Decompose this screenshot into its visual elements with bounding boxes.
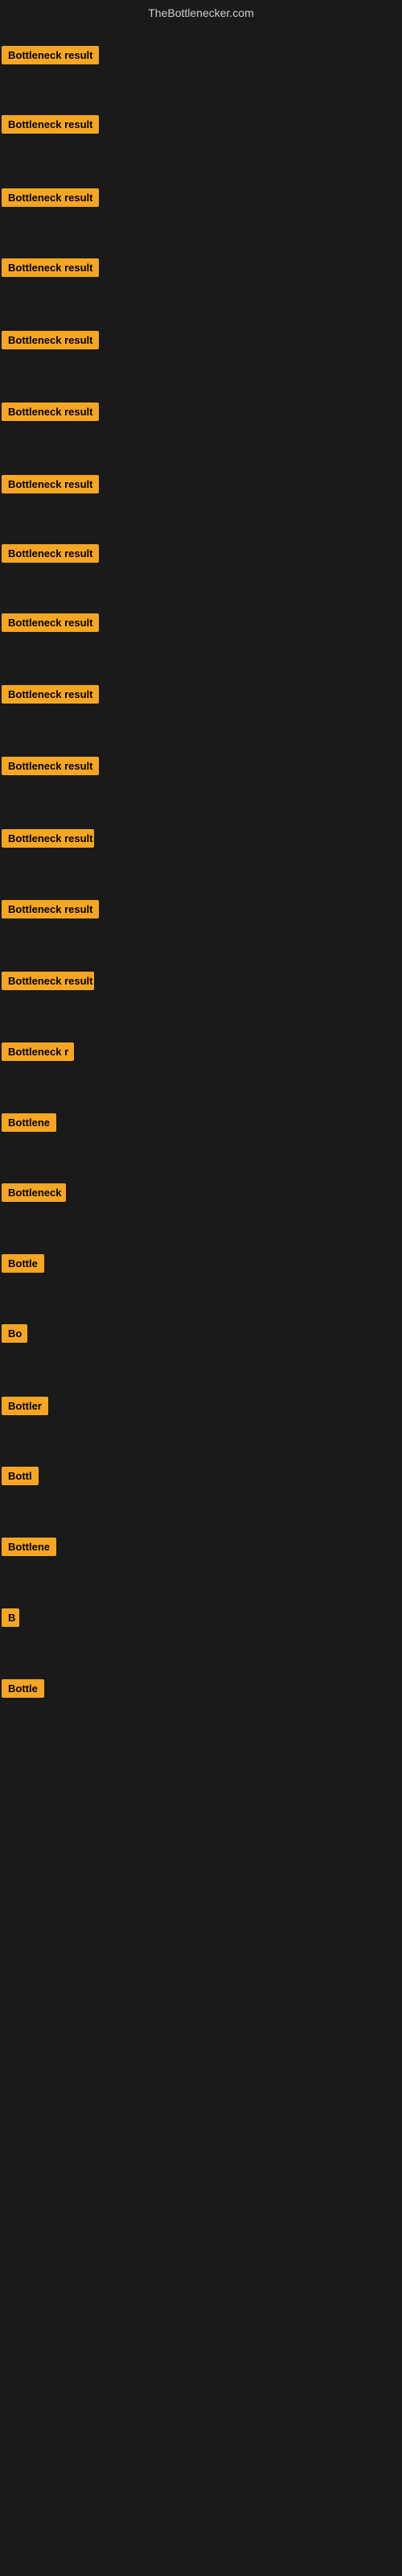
bottleneck-badge[interactable]: Bottle — [2, 1254, 44, 1273]
bottleneck-badge[interactable]: B — [2, 1608, 19, 1627]
bottleneck-badge-row: Bottleneck — [2, 1183, 66, 1206]
bottleneck-badge[interactable]: Bottleneck result — [2, 475, 99, 493]
bottleneck-badge-row: Bottle — [2, 1679, 44, 1702]
bottleneck-badge[interactable]: Bottleneck result — [2, 258, 99, 277]
bottleneck-badge[interactable]: Bottleneck result — [2, 613, 99, 632]
bottleneck-badge[interactable]: Bottler — [2, 1397, 48, 1415]
bottleneck-badge[interactable]: Bottle — [2, 1679, 44, 1698]
bottleneck-badge[interactable]: Bottleneck result — [2, 115, 99, 134]
bottleneck-badge[interactable]: Bottleneck r — [2, 1042, 74, 1061]
bottleneck-badge[interactable]: Bottleneck result — [2, 972, 94, 990]
bottleneck-badge[interactable]: Bottleneck result — [2, 544, 99, 563]
bottleneck-badge-row: Bottlene — [2, 1113, 56, 1136]
bottleneck-badge-row: Bottleneck result — [2, 829, 94, 852]
bottleneck-badge-row: Bottleneck r — [2, 1042, 74, 1065]
bottleneck-badge-row: Bottleneck result — [2, 544, 99, 567]
bottleneck-badge-row: Bottleneck result — [2, 900, 99, 923]
bottleneck-badge-row: Bottleneck result — [2, 475, 99, 497]
bottleneck-badge[interactable]: Bottleneck — [2, 1183, 66, 1202]
bottleneck-badge[interactable]: Bottleneck result — [2, 331, 99, 349]
bottleneck-badge[interactable]: Bottleneck result — [2, 829, 94, 848]
bottleneck-badge-row: Bottleneck result — [2, 613, 99, 636]
bottleneck-badge-row: Bottle — [2, 1254, 44, 1277]
bottleneck-badge-row: Bottleneck result — [2, 258, 99, 281]
bottleneck-badge-row: B — [2, 1608, 19, 1631]
bottleneck-badge-row: Bottleneck result — [2, 972, 94, 994]
bottleneck-badge[interactable]: Bottleneck result — [2, 757, 99, 775]
bottleneck-badge[interactable]: Bottleneck result — [2, 188, 99, 207]
site-title-container: TheBottlenecker.com — [0, 0, 402, 23]
bottleneck-badge[interactable]: Bottleneck result — [2, 46, 99, 64]
bottleneck-badge[interactable]: Bottleneck result — [2, 685, 99, 704]
bottleneck-badge[interactable]: Bottlene — [2, 1538, 56, 1556]
bottleneck-badge[interactable]: Bo — [2, 1324, 27, 1343]
bottleneck-badge[interactable]: Bottleneck result — [2, 900, 99, 919]
bottleneck-badge-row: Bottleneck result — [2, 46, 99, 68]
bottleneck-badge-row: Bottleneck result — [2, 685, 99, 708]
bottleneck-badge[interactable]: Bottleneck result — [2, 402, 99, 421]
bottleneck-badge[interactable]: Bottl — [2, 1467, 39, 1485]
bottleneck-badge-row: Bottleneck result — [2, 188, 99, 211]
bottleneck-badge-row: Bottler — [2, 1397, 48, 1419]
bottleneck-badge-row: Bottl — [2, 1467, 39, 1489]
bottleneck-badge-row: Bo — [2, 1324, 27, 1347]
site-title: TheBottlenecker.com — [0, 0, 402, 23]
bottleneck-badge-row: Bottleneck result — [2, 331, 99, 353]
bottleneck-badge-row: Bottleneck result — [2, 402, 99, 425]
bottleneck-badge-row: Bottleneck result — [2, 757, 99, 779]
bottleneck-badge-row: Bottleneck result — [2, 115, 99, 138]
bottleneck-badge[interactable]: Bottlene — [2, 1113, 56, 1132]
bottleneck-badge-row: Bottlene — [2, 1538, 56, 1560]
